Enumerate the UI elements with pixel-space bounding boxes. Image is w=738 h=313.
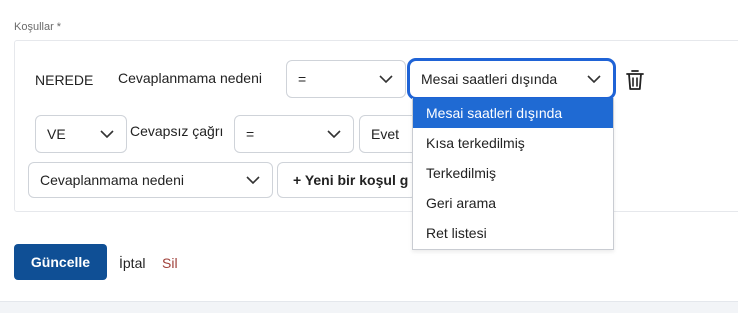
condition-field-label: Cevapsız çağrı xyxy=(130,123,224,139)
footer-bar xyxy=(0,301,738,313)
logic-select[interactable]: VE xyxy=(35,115,127,153)
condition-field-label: Cevaplanmama nedeni xyxy=(118,70,262,86)
dropdown-option[interactable]: Mesai saatleri dışında xyxy=(413,98,613,128)
chevron-down-icon xyxy=(587,75,601,83)
operator-select[interactable]: = xyxy=(286,60,406,98)
chevron-down-icon xyxy=(379,75,393,83)
field-select-value: Cevaplanmama nedeni xyxy=(40,172,184,188)
value-select[interactable]: Mesai saatleri dışında xyxy=(407,58,616,100)
add-condition-button[interactable]: + Yeni bir koşul g xyxy=(277,162,417,198)
dropdown-option[interactable]: Kısa terkedilmiş xyxy=(413,128,613,158)
cancel-link[interactable]: İptal xyxy=(119,255,145,271)
dropdown-option[interactable]: Geri arama xyxy=(413,188,613,218)
update-button[interactable]: Güncelle xyxy=(14,244,107,280)
chevron-down-icon xyxy=(100,130,114,138)
trash-icon[interactable] xyxy=(625,69,645,91)
value-dropdown-menu: Mesai saatleri dışında Kısa terkedilmiş … xyxy=(412,98,614,250)
value-select-value: Mesai saatleri dışında xyxy=(421,71,558,87)
operator-select[interactable]: = xyxy=(234,115,354,153)
dropdown-option[interactable]: Ret listesi xyxy=(413,218,613,248)
logic-value: VE xyxy=(47,126,66,142)
chevron-down-icon xyxy=(327,130,341,138)
conditions-label: Koşullar * xyxy=(14,21,62,33)
where-keyword: NEREDE xyxy=(35,72,94,88)
delete-link[interactable]: Sil xyxy=(162,255,178,271)
field-select[interactable]: Cevaplanmama nedeni xyxy=(28,162,273,198)
dropdown-option[interactable]: Terkedilmiş xyxy=(413,158,613,188)
chevron-down-icon xyxy=(246,176,260,184)
